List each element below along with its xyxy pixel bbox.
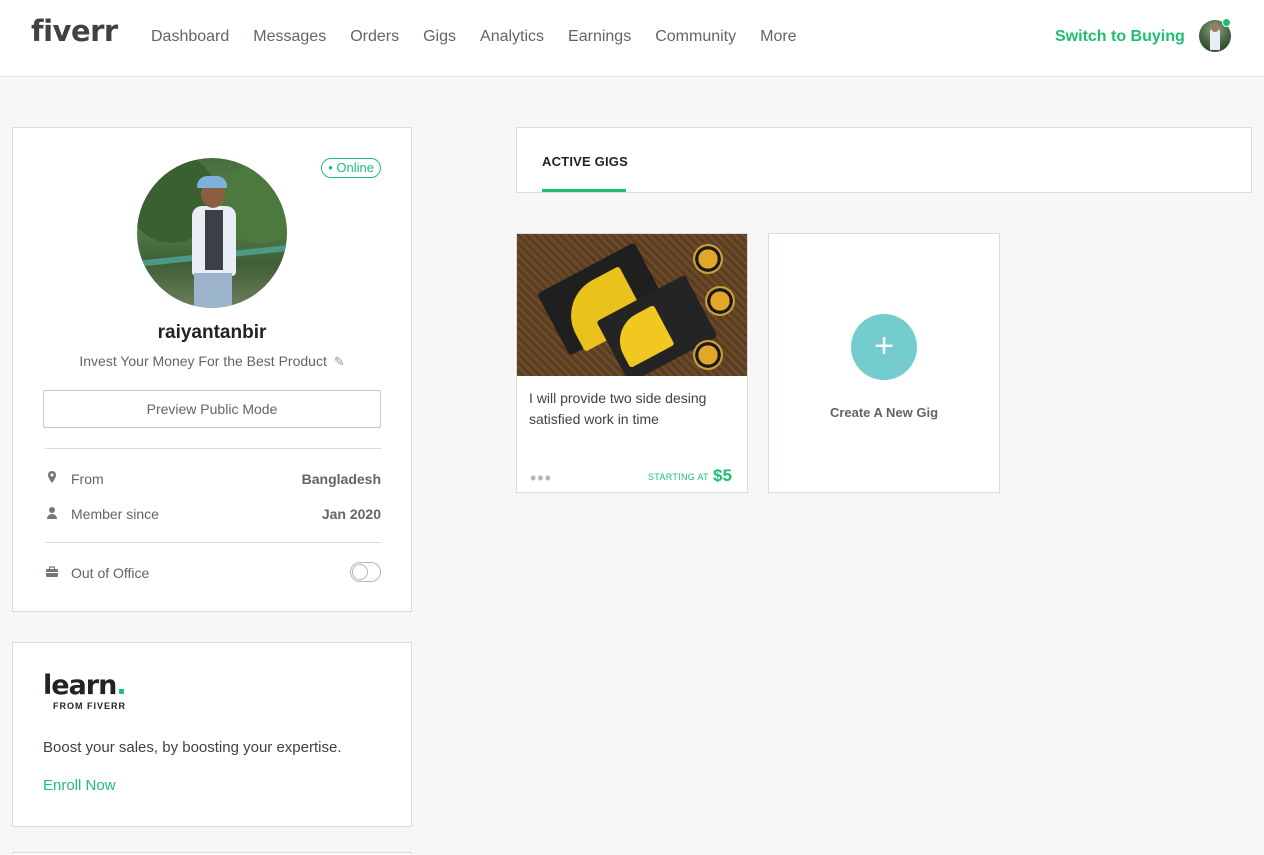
profile-card: • Online raiyantanbir Invest Your Money … xyxy=(12,127,412,612)
briefcase-icon xyxy=(46,566,58,577)
nav-gigs[interactable]: Gigs xyxy=(423,27,456,47)
seal-badge-graphic xyxy=(693,340,723,370)
gig-price: $5 xyxy=(713,466,732,485)
info-row-out-of-office: Out of Office xyxy=(45,562,381,583)
info-label: Out of Office xyxy=(71,565,150,581)
learn-logo-sub: FROM FIVERR xyxy=(53,701,126,711)
photo-person-shirt xyxy=(205,210,223,270)
nav-more[interactable]: More xyxy=(760,27,796,47)
info-label: Member since xyxy=(71,506,159,522)
learn-card: learn. FROM FIVERR Boost your sales, by … xyxy=(12,642,412,827)
edit-pencil-icon[interactable]: ✎ xyxy=(334,354,345,369)
online-badge: • Online xyxy=(321,158,381,178)
gig-starting-label: STARTING AT xyxy=(648,472,709,482)
switch-to-buying-link[interactable]: Switch to Buying xyxy=(1055,27,1185,47)
profile-tagline: Invest Your Money For the Best Product ✎ xyxy=(13,353,411,370)
photo-person-cap xyxy=(197,176,227,188)
gig-options-icon[interactable]: ••• xyxy=(530,469,552,487)
tab-active-gigs[interactable]: ACTIVE GIGS xyxy=(542,154,628,169)
nav-orders[interactable]: Orders xyxy=(350,27,399,47)
info-value: Bangladesh xyxy=(301,471,381,487)
learn-logo: learn. xyxy=(43,670,127,701)
top-header: fiverr Dashboard Messages Orders Gigs An… xyxy=(0,0,1264,77)
seal-badge-graphic xyxy=(705,286,735,316)
info-row-from: From Bangladesh xyxy=(45,469,381,489)
info-row-member-since: Member since Jan 2020 xyxy=(45,504,381,524)
out-of-office-toggle[interactable] xyxy=(350,562,381,582)
plus-icon[interactable]: + xyxy=(851,314,917,380)
avatar-head xyxy=(1211,24,1219,32)
learn-logo-text: learn xyxy=(43,670,117,701)
location-pin-icon xyxy=(48,471,56,483)
divider xyxy=(45,542,381,543)
info-label: From xyxy=(71,471,104,487)
info-value: Jan 2020 xyxy=(321,506,381,522)
profile-photo[interactable] xyxy=(137,158,287,308)
create-new-gig-card[interactable]: + Create A New Gig xyxy=(768,233,1000,493)
nav-earnings[interactable]: Earnings xyxy=(568,27,631,47)
main-nav: Dashboard Messages Orders Gigs Analytics… xyxy=(151,27,821,47)
profile-username: raiyantanbir xyxy=(157,322,267,343)
toggle-knob xyxy=(352,564,368,580)
create-new-gig-label[interactable]: Create A New Gig xyxy=(769,405,999,420)
enroll-now-link[interactable]: Enroll Now xyxy=(43,777,116,794)
user-icon xyxy=(47,507,57,519)
divider xyxy=(45,448,381,449)
nav-dashboard[interactable]: Dashboard xyxy=(151,27,229,47)
preview-public-mode-button[interactable]: Preview Public Mode xyxy=(43,390,381,428)
nav-community[interactable]: Community xyxy=(655,27,736,47)
photo-person-jeans xyxy=(194,273,232,308)
learn-logo-dot: . xyxy=(116,670,126,701)
nav-analytics[interactable]: Analytics xyxy=(480,27,544,47)
online-status-dot xyxy=(1222,18,1231,27)
gig-card[interactable]: I will provide two side desing satisfied… xyxy=(516,233,748,493)
tab-active-underline xyxy=(542,189,626,192)
tagline-text: Invest Your Money For the Best Product xyxy=(79,353,327,369)
seal-badge-graphic xyxy=(693,244,723,274)
nav-messages[interactable]: Messages xyxy=(253,27,326,47)
gig-thumbnail[interactable] xyxy=(517,234,747,376)
gigs-tabs: ACTIVE GIGS xyxy=(516,127,1252,193)
fiverr-logo[interactable]: fiverr xyxy=(31,14,118,48)
gig-title[interactable]: I will provide two side desing satisfied… xyxy=(529,388,739,430)
learn-promo-text: Boost your sales, by boosting your exper… xyxy=(43,739,342,756)
